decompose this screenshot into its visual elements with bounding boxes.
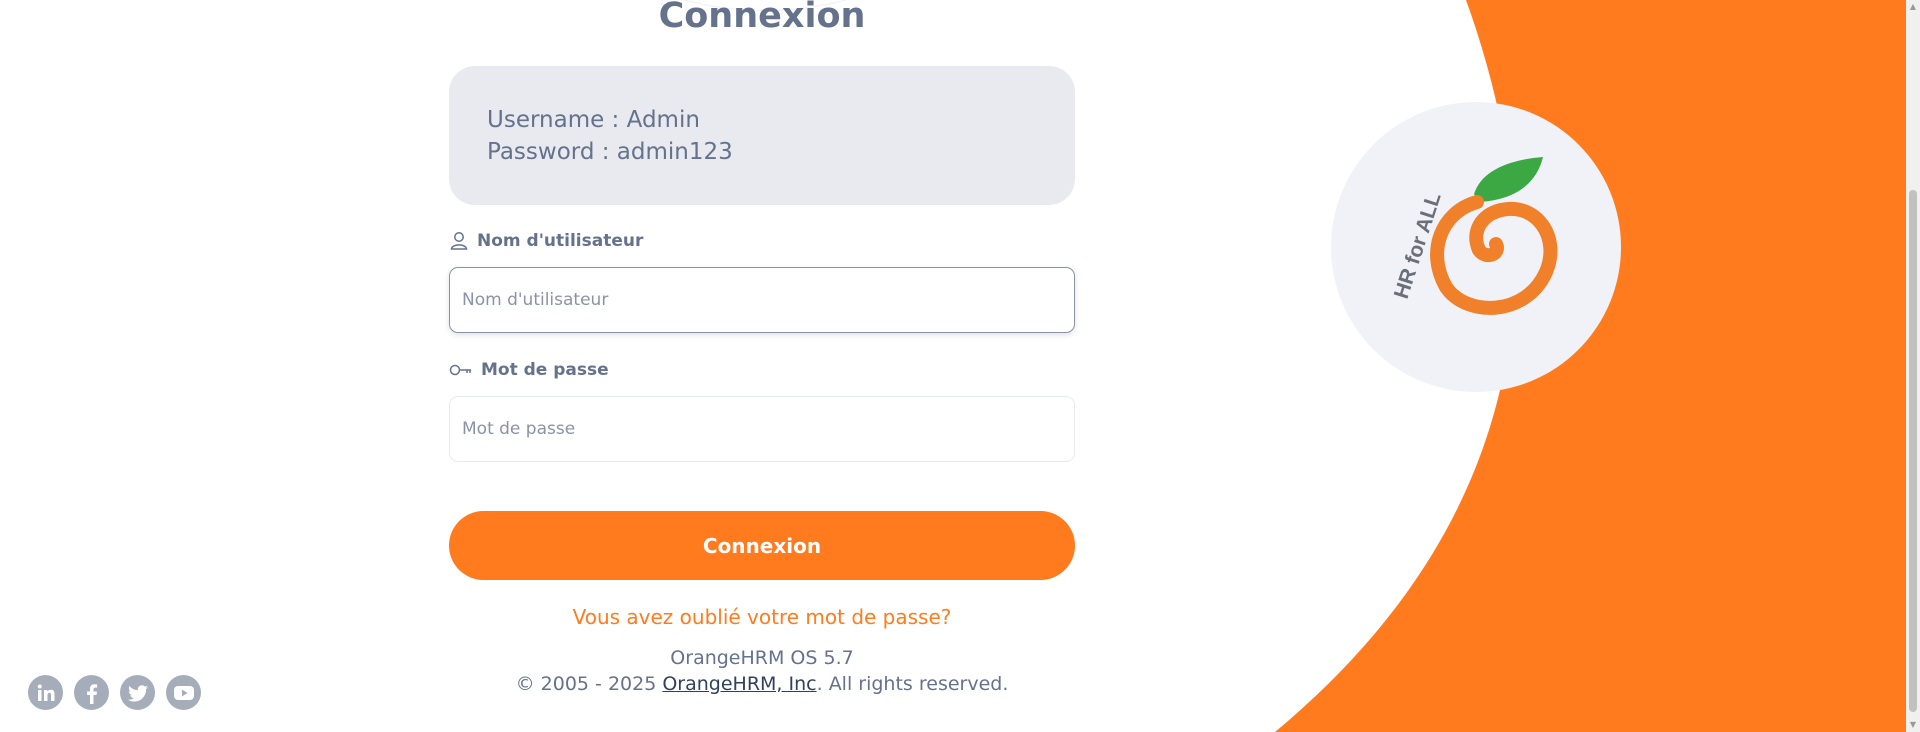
scroll-up-icon[interactable]: ▲ xyxy=(1909,3,1917,11)
key-icon xyxy=(449,362,473,378)
password-label-text: Mot de passe xyxy=(481,360,609,380)
credentials-hint-box: Username : Admin Password : admin123 xyxy=(449,66,1075,205)
password-input[interactable] xyxy=(449,396,1075,462)
company-link[interactable]: OrangeHRM, Inc xyxy=(662,673,816,695)
username-input[interactable] xyxy=(449,267,1075,333)
footer: OrangeHRM OS 5.7 © 2005 - 2025 OrangeHRM… xyxy=(449,645,1075,697)
credential-username: Username : Admin xyxy=(487,107,700,133)
orangehrm-logo-icon: HR for ALL xyxy=(1390,157,1558,315)
credential-password: Password : admin123 xyxy=(487,139,733,165)
page-title: Connexion xyxy=(658,0,866,36)
social-links xyxy=(28,675,201,710)
username-label: Nom d'utilisateur xyxy=(449,231,643,251)
scroll-thumb[interactable] xyxy=(1909,190,1917,712)
youtube-icon[interactable] xyxy=(166,675,201,710)
forgot-password-link[interactable]: Vous avez oublié votre mot de passe? xyxy=(449,605,1075,629)
footer-copyright: © 2005 - 2025 OrangeHRM, Inc. All rights… xyxy=(449,671,1075,697)
footer-version: OrangeHRM OS 5.7 xyxy=(670,647,854,669)
user-icon xyxy=(449,231,469,251)
page-scrollbar[interactable]: ▲ ▼ xyxy=(1906,0,1920,732)
facebook-icon[interactable] xyxy=(74,675,109,710)
brand-logo-circle: HR for ALL xyxy=(1331,102,1621,392)
scroll-down-icon[interactable]: ▼ xyxy=(1909,721,1917,729)
copyright-prefix: © 2005 - 2025 xyxy=(515,673,663,695)
linkedin-icon[interactable] xyxy=(28,675,63,710)
password-label: Mot de passe xyxy=(449,360,609,380)
login-button[interactable]: Connexion xyxy=(449,511,1075,580)
username-label-text: Nom d'utilisateur xyxy=(477,231,644,251)
copyright-suffix: . All rights reserved. xyxy=(816,673,1009,695)
twitter-icon[interactable] xyxy=(120,675,155,710)
